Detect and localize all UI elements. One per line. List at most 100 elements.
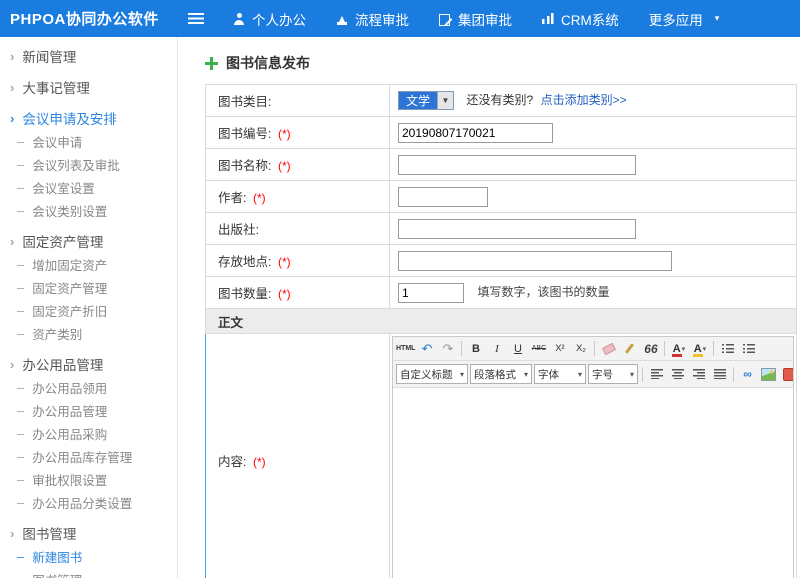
required-mark: (*) [278, 127, 291, 141]
dash-icon: – [17, 450, 24, 463]
toolbar-separator [461, 341, 462, 356]
sidebar-sub-item[interactable]: –新建图书 [0, 545, 177, 568]
format-brush-icon[interactable] [620, 339, 639, 359]
chevron-right-icon: › [10, 235, 14, 248]
dash-icon: – [17, 550, 24, 563]
chevron-right-icon: › [10, 81, 14, 94]
location-input[interactable] [398, 251, 672, 271]
nav-group-approval[interactable]: 集团审批 [424, 0, 527, 37]
sidebar-group-item[interactable]: › 新闻管理 [0, 44, 177, 68]
underline-icon[interactable]: U [508, 339, 527, 359]
app-logo[interactable]: PHPOA协同办公软件 [0, 8, 178, 29]
align-center-icon[interactable] [668, 364, 687, 384]
sidebar-group-item[interactable]: ›会议申请及安排 [0, 106, 177, 130]
category-select-value: 文学 [399, 92, 437, 109]
sidebar-group-item[interactable]: › 固定资产管理 [0, 229, 177, 253]
nav-personal-office[interactable]: 个人办公 [218, 0, 321, 37]
superscript-icon[interactable]: X² [550, 339, 569, 359]
sidebar-sub-item[interactable]: –会议列表及审批 [0, 153, 177, 176]
required-mark: (*) [253, 191, 266, 205]
sidebar-sub-item[interactable]: –资产类别 [0, 322, 177, 345]
media-icon[interactable] [780, 364, 793, 384]
add-category-link[interactable]: 点击添加类别>> [541, 93, 627, 107]
publisher-input[interactable] [398, 219, 636, 239]
form-row-book-name: 图书名称: (*) [206, 149, 797, 181]
toolbar-separator [642, 367, 643, 382]
strikethrough-icon[interactable]: ABC [529, 339, 548, 359]
sidebar-toggle-button[interactable] [184, 9, 208, 28]
nav-crm-system[interactable]: CRM系统 [527, 0, 634, 37]
field-label: 图书数量: [218, 287, 271, 301]
person-icon [233, 13, 245, 25]
form-row-location: 存放地点: (*) [206, 245, 797, 277]
sidebar-group-item[interactable]: ›图书管理 [0, 521, 177, 545]
align-left-icon[interactable] [647, 364, 666, 384]
dash-icon: – [17, 496, 24, 509]
align-justify-icon[interactable] [710, 364, 729, 384]
book-no-input[interactable] [398, 123, 553, 143]
sidebar-sub-item[interactable]: –增加固定资产 [0, 253, 177, 276]
field-label: 出版社: [218, 223, 259, 237]
link-icon[interactable]: ∞ [738, 364, 757, 384]
nav-process-approval[interactable]: 流程审批 [321, 0, 424, 37]
dash-icon: – [17, 181, 24, 194]
align-right-icon[interactable] [689, 364, 708, 384]
sidebar-item-label: 固定资产管理 [22, 231, 103, 251]
ordered-list-icon[interactable] [739, 339, 758, 359]
nav-label: CRM系统 [561, 9, 619, 29]
page-title: 图书信息发布 [226, 53, 310, 73]
sidebar-sub-item[interactable]: –会议室设置 [0, 176, 177, 199]
highlight-color-icon[interactable]: A▾ [690, 339, 709, 359]
sidebar-item-label: 资产类别 [32, 324, 82, 343]
italic-icon[interactable]: I [487, 339, 506, 359]
sidebar-sub-item[interactable]: –会议申请 [0, 130, 177, 153]
nav-more-apps[interactable]: 更多应用 ▾ [634, 0, 735, 37]
top-navigation: 个人办公 流程审批 集团审批 CRM系统 更多应用 ▾ [218, 0, 734, 37]
image-icon[interactable] [759, 364, 778, 384]
unordered-list-icon[interactable] [718, 339, 737, 359]
author-input[interactable] [398, 187, 488, 207]
paragraph-format-select[interactable]: 段落格式▾ [470, 364, 532, 384]
bold-icon[interactable]: B [466, 339, 485, 359]
subscript-icon[interactable]: X₂ [571, 339, 590, 359]
eraser-icon[interactable] [599, 339, 618, 359]
sidebar-sub-item[interactable]: –会议类别设置 [0, 199, 177, 222]
field-label: 存放地点: [218, 255, 271, 269]
font-family-select[interactable]: 字体▾ [534, 364, 586, 384]
blockquote-icon[interactable]: 66 [641, 339, 660, 359]
sidebar-item-label: 办公用品管理 [22, 354, 103, 374]
sidebar-sub-item[interactable]: –办公用品领用 [0, 376, 177, 399]
editor-toolbar-row1: HTML↶↷ BIUABCX²X₂ 66 A▾A▾ [393, 337, 793, 361]
dash-icon: – [17, 381, 24, 394]
sidebar-sub-item[interactable]: –办公用品管理 [0, 399, 177, 422]
sidebar-sub-item[interactable]: –审批权限设置 [0, 468, 177, 491]
editor-content-area[interactable] [393, 388, 793, 578]
chevron-down-icon: ▾ [630, 370, 634, 379]
font-color-icon[interactable]: A▾ [669, 339, 688, 359]
sidebar-item-label: 新闻管理 [22, 46, 76, 66]
dash-icon: – [17, 204, 24, 217]
category-select[interactable]: 文学 ▼ [398, 91, 454, 110]
main-content: 图书信息发布 图书类目: 文学 ▼ 还没有类别? 点击添加类别>> 图书编号: … [179, 37, 800, 578]
sidebar-sub-item[interactable]: –办公用品分类设置 [0, 491, 177, 514]
nav-label: 流程审批 [355, 9, 409, 29]
redo-icon[interactable]: ↷ [438, 339, 457, 359]
sidebar-group-item[interactable]: ›办公用品管理 [0, 352, 177, 376]
sidebar-item-label: 办公用品管理 [32, 401, 107, 420]
html-source-icon[interactable]: HTML [396, 339, 415, 359]
sidebar-sub-item[interactable]: –固定资产管理 [0, 276, 177, 299]
form-row-author: 作者: (*) [206, 181, 797, 213]
font-size-select[interactable]: 字号▾ [588, 364, 638, 384]
sidebar-sub-item[interactable]: –办公用品库存管理 [0, 445, 177, 468]
sidebar-sub-item[interactable]: –办公用品采购 [0, 422, 177, 445]
book-name-input[interactable] [398, 155, 636, 175]
chevron-right-icon: › [10, 50, 14, 63]
custom-title-select[interactable]: 自定义标题▾ [396, 364, 468, 384]
sidebar-group-item[interactable]: ›大事记管理 [0, 75, 177, 99]
sidebar-sub-item[interactable]: –图书管理 [0, 568, 177, 578]
sidebar-sub-item[interactable]: –固定资产折旧 [0, 299, 177, 322]
dash-icon: – [17, 281, 24, 294]
undo-icon[interactable]: ↶ [417, 339, 436, 359]
chevron-right-icon: › [10, 112, 14, 125]
quantity-input[interactable] [398, 283, 464, 303]
